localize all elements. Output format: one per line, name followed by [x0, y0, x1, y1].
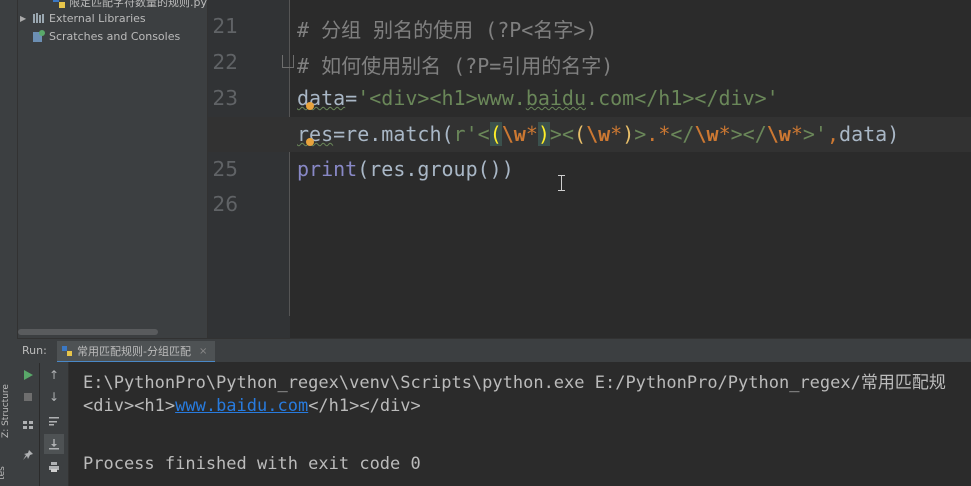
intention-bulb-icon[interactable] [306, 138, 314, 146]
favorites-tab[interactable]: tes [0, 462, 15, 486]
token-group-close: ) [537, 122, 550, 146]
editor-gutter: 21 22 23 24 25 26 [208, 0, 290, 338]
python-file-icon [62, 346, 72, 356]
run-label: Run: [22, 344, 47, 357]
code-line-24: res=re.match(r'<(\w*)><(\w*)>.*</\w*></\… [297, 122, 899, 146]
token-arg: data) [839, 122, 900, 146]
text-cursor-icon [558, 175, 565, 191]
intention-bulb-icon[interactable] [306, 102, 314, 110]
token-eq: = [345, 86, 358, 110]
soft-wrap-icon [49, 417, 59, 426]
tree-item-label: External Libraries [49, 11, 146, 25]
token-escape: \w [586, 122, 611, 146]
token-regex: < [477, 122, 490, 146]
token-regex: >' [802, 122, 827, 146]
layout-icon [23, 421, 33, 429]
token-group-open: ( [574, 122, 587, 146]
arrow-down-icon: ↓ [48, 390, 60, 404]
code-line-25: print(res.group()) [297, 157, 514, 181]
stop-button[interactable] [19, 388, 37, 406]
token-string: <div><h1>www. [369, 86, 526, 110]
token-escape: \w [694, 122, 719, 146]
project-tool-window: 限定匹配字符数量的规则.py ▶ External Libraries Scra… [18, 0, 208, 338]
token-builtin: print [297, 157, 358, 181]
left-tool-stripe: Z: Structure tes [0, 0, 18, 486]
token-var: res [297, 122, 334, 146]
printer-icon [49, 462, 59, 472]
line-number: 23 [212, 86, 238, 110]
pin-button[interactable] [19, 446, 37, 464]
scroll-to-end-button[interactable] [44, 434, 64, 454]
code-editor[interactable]: 21 22 23 24 25 26 # 分组 别名的使用 (?P<名字>) # … [208, 0, 971, 338]
soft-wrap-button[interactable] [45, 412, 63, 430]
line-number: 22 [212, 50, 238, 74]
scroll-down-button[interactable]: ↓ [45, 388, 63, 406]
favorites-tab-label: tes [0, 466, 7, 480]
stop-icon [24, 393, 32, 401]
line-number: 25 [212, 157, 238, 181]
arrow-up-icon: ↑ [48, 368, 60, 382]
tree-item-scratches[interactable]: Scratches and Consoles [32, 27, 180, 45]
scroll-up-button[interactable]: ↑ [45, 366, 63, 384]
tree-item-label: Scratches and Consoles [49, 29, 181, 43]
token-quantifier: * [790, 122, 803, 146]
token-dotstar: .* [646, 122, 671, 146]
fold-marker-icon[interactable] [282, 55, 294, 68]
token-group-close: ) [622, 122, 635, 146]
token-escape: \w [766, 122, 791, 146]
console-line-command: E:\PythonPro\Python_regex\venv\Scripts\p… [83, 373, 946, 393]
token-quantifier: * [610, 122, 623, 146]
token-var: data [297, 86, 346, 110]
token-quantifier: * [525, 122, 538, 146]
scratches-icon [33, 30, 45, 42]
line-number: 26 [212, 192, 238, 216]
run-toolbar-secondary: ↑ ↓ [40, 362, 69, 486]
expand-arrow-icon[interactable]: ▶ [20, 14, 32, 23]
rerun-button[interactable] [19, 366, 37, 384]
console-line-exit: Process finished with exit code 0 [83, 454, 421, 474]
token-group-open: ( [489, 122, 502, 146]
token-quote: ' [766, 86, 779, 110]
token-eq: = [333, 122, 346, 146]
code-line-21: # 分组 别名的使用 (?P<名字>) [297, 18, 598, 42]
console-output-text: </h1></div> [308, 396, 421, 416]
code-line-23: data='<div><h1>www.baidu.com</h1></div>' [297, 86, 779, 110]
token-quote: ' [357, 86, 370, 110]
play-icon [24, 370, 33, 380]
gutter-separator [289, 0, 290, 316]
token-call: re.match( [345, 122, 454, 146]
console-output-link[interactable]: www.baidu.com [175, 396, 308, 416]
code-line-22: # 如何使用别名 (?P=引用的名字) [297, 54, 614, 78]
token-quantifier: * [718, 122, 731, 146]
token-regex: >< [549, 122, 575, 146]
token-regex: > [634, 122, 647, 146]
scroll-to-end-icon [49, 439, 59, 450]
structure-tab-label: Z: Structure [0, 384, 11, 438]
structure-tab[interactable]: Z: Structure [1, 382, 15, 442]
run-tab-title: 常用匹配规则-分组匹配 [77, 345, 191, 358]
run-tool-window-header: Run: 常用匹配规则-分组匹配 × [17, 338, 971, 363]
project-horizontal-scrollbar[interactable] [18, 329, 158, 335]
console-line-output: <div><h1>www.baidu.com</h1></div> [83, 396, 421, 416]
token-escape: \w [501, 122, 526, 146]
token-regex: </ [670, 122, 695, 146]
run-config-tab[interactable]: 常用匹配规则-分组匹配 × [57, 341, 216, 363]
console-output-text: <div><h1> [83, 396, 176, 416]
token-call: (res.group()) [357, 157, 514, 181]
token-string-typo: baidu [525, 86, 587, 110]
run-toolbar-primary [17, 362, 39, 486]
pin-icon [23, 450, 33, 460]
close-icon[interactable]: × [199, 346, 207, 357]
token-comma: , [826, 122, 840, 146]
token-string: .com</h1></div> [586, 86, 767, 110]
library-icon [33, 13, 44, 23]
token-prefix: r' [453, 122, 478, 146]
token-regex: ></ [730, 122, 767, 146]
python-file-icon [53, 0, 65, 8]
tree-item-external-libraries[interactable]: ▶ External Libraries [20, 9, 146, 27]
print-button[interactable] [45, 458, 63, 476]
line-number: 21 [212, 14, 238, 38]
run-console[interactable]: E:\PythonPro\Python_regex\venv\Scripts\p… [69, 362, 971, 486]
layout-button[interactable] [19, 416, 37, 434]
